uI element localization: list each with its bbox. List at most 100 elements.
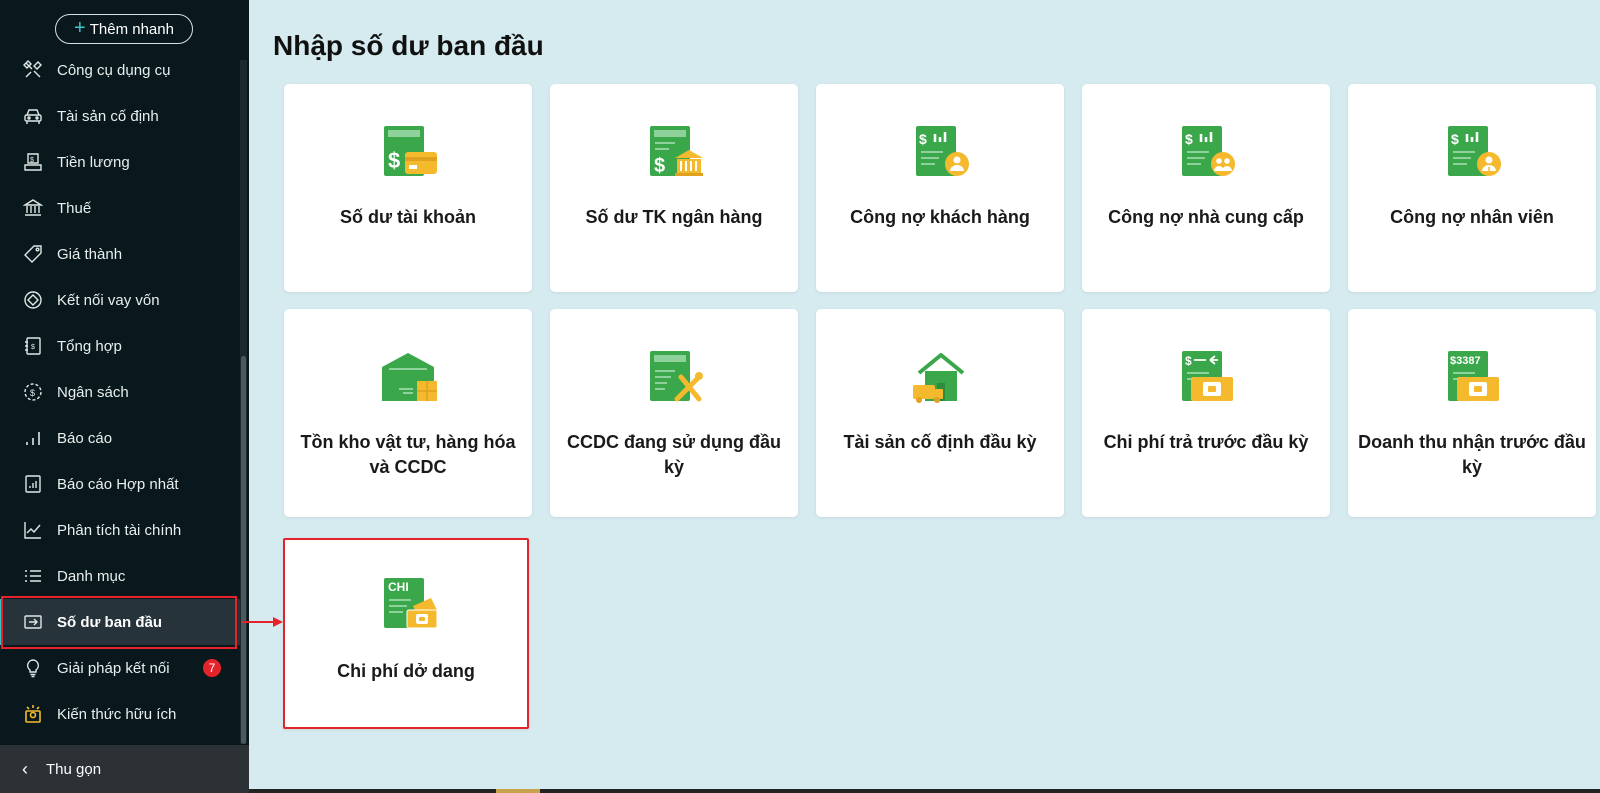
- sidebar-item-label: Công cụ dụng cụ: [57, 61, 171, 79]
- page-title: Nhập số dư ban đầu: [273, 30, 544, 61]
- sidebar-item-tong-hop[interactable]: $ Tổng hợp: [0, 323, 240, 369]
- card-title: Chi phí trả trước đầu kỳ: [1103, 432, 1309, 452]
- icon-text: $3387: [1450, 355, 1481, 367]
- card-title: Công nợ nhà cung cấp: [1108, 207, 1304, 227]
- card-cong-no-nhan-vien[interactable]: $ Công nợ nhân viên: [1348, 84, 1596, 292]
- card-title: Số dư TK ngân hàng: [585, 207, 763, 227]
- sidebar-item-label: Ngân sách: [57, 383, 129, 401]
- card-ccdc-dang-su-dung[interactable]: CCDC đang sử dụng đầu kỳ: [550, 309, 798, 517]
- ledger-icon: $: [22, 335, 44, 357]
- main-content: Nhập số dư ban đầu $ Số dư tài khoản $ S…: [249, 0, 1600, 789]
- card-title: Doanh thu nhận trước đầu kỳ: [1358, 432, 1586, 477]
- sidebar-item-bao-cao[interactable]: Báo cáo: [0, 415, 240, 461]
- svg-text:$: $: [1451, 131, 1459, 147]
- tag-icon: [22, 243, 44, 265]
- sidebar-item-label: Giá thành: [57, 245, 123, 263]
- svg-text:$: $: [654, 155, 665, 177]
- tools-icon: [22, 59, 44, 81]
- sidebar-item-label: Số dư ban đầu: [57, 613, 163, 631]
- tools-in-use-icon: [650, 351, 703, 402]
- plus-icon: +: [74, 17, 86, 39]
- sidebar-item-label: Kiến thức hữu ích: [57, 705, 177, 723]
- sidebar-scrollbar[interactable]: [240, 60, 247, 744]
- sidebar-item-kien-thuc-huu-ich[interactable]: Kiến thức hữu ích: [0, 691, 240, 737]
- card-title: Chi phí dở dang: [337, 661, 475, 681]
- sidebar-item-ngan-sach[interactable]: $ Ngân sách: [0, 369, 240, 415]
- svg-text:$: $: [1185, 131, 1193, 147]
- quick-add-label: Thêm nhanh: [89, 20, 174, 38]
- card-title: Tồn kho vật tư, hàng hóa và CCDC: [300, 432, 516, 477]
- svg-text:$: $: [388, 148, 400, 173]
- sidebar-item-so-du-ban-dau[interactable]: Số dư ban đầu: [0, 599, 240, 645]
- report-icon: [22, 473, 44, 495]
- knowledge-icon: [22, 703, 44, 725]
- card-ton-kho[interactable]: Tồn kho vật tư, hàng hóa và CCDC: [284, 309, 532, 517]
- analysis-icon: [22, 519, 44, 541]
- sidebar-item-tien-luong[interactable]: $ Tiền lương: [0, 139, 240, 185]
- scrollbar-thumb[interactable]: [241, 356, 246, 744]
- annotation-arrow: [241, 617, 283, 627]
- inventory-icon: [382, 353, 437, 401]
- svg-text:$: $: [919, 131, 927, 147]
- sidebar-item-label: Kết nối vay vốn: [57, 291, 160, 309]
- sidebar-item-cong-cu-dung-cu[interactable]: Công cụ dụng cụ: [0, 47, 240, 93]
- sidebar-item-label: Tiền lương: [57, 153, 130, 171]
- bar-chart-icon: [22, 427, 44, 449]
- import-icon: [22, 611, 44, 633]
- sidebar: + Thêm nhanh Công cụ dụng cụ Tài sản cố …: [0, 0, 249, 793]
- taskbar-strip: [249, 789, 1600, 793]
- card-cong-no-nha-cung-cap[interactable]: $ Công nợ nhà cung cấp: [1082, 84, 1330, 292]
- sidebar-item-ket-noi-vay-von[interactable]: Kết nối vay vốn: [0, 277, 240, 323]
- card-title: Công nợ nhân viên: [1390, 207, 1554, 227]
- svg-text:$: $: [1185, 354, 1192, 368]
- wip-cost-icon: CHI: [384, 578, 438, 629]
- employee-debt-icon: $: [1448, 126, 1501, 176]
- card-chi-phi-do-dang[interactable]: CHI Chi phí dở dang: [283, 538, 529, 729]
- bulb-icon: [22, 657, 44, 679]
- card-chi-phi-tra-truoc-dau-ky[interactable]: $ Chi phí trả trước đầu kỳ: [1082, 309, 1330, 517]
- list-icon: [22, 565, 44, 587]
- sidebar-nav: Công cụ dụng cụ Tài sản cố định $ Tiền l…: [0, 47, 240, 737]
- sidebar-item-phan-tich-tai-chinh[interactable]: Phân tích tài chính: [0, 507, 240, 553]
- card-cong-no-khach-hang[interactable]: $ Công nợ khách hàng: [816, 84, 1064, 292]
- svg-text:$: $: [30, 388, 35, 398]
- car-icon: [22, 105, 44, 127]
- salary-icon: $: [22, 151, 44, 173]
- sidebar-item-thue[interactable]: Thuế: [0, 185, 240, 231]
- collapse-label: Thu gọn: [46, 760, 102, 778]
- sidebar-item-gia-thanh[interactable]: Giá thành: [0, 231, 240, 277]
- card-tai-san-co-dinh-dau-ky[interactable]: Tài sản cố định đầu kỳ: [816, 309, 1064, 517]
- bank-balance-icon: $: [650, 126, 703, 177]
- svg-text:$: $: [31, 344, 35, 351]
- sidebar-item-bao-cao-hop-nhat[interactable]: Báo cáo Hợp nhất: [0, 461, 240, 507]
- taskbar-segment: [496, 789, 540, 793]
- sidebar-item-label: Báo cáo Hợp nhất: [57, 475, 179, 493]
- fixed-asset-icon: [913, 353, 965, 403]
- prepaid-expense-icon: $: [1182, 351, 1233, 401]
- supplier-debt-icon: $: [1182, 126, 1235, 176]
- account-balance-icon: $: [384, 126, 437, 176]
- card-so-du-tk-ngan-hang[interactable]: $ Số dư TK ngân hàng: [550, 84, 798, 292]
- customer-debt-icon: $: [916, 126, 969, 176]
- bank-icon: [22, 197, 44, 219]
- sidebar-item-tai-san-co-dinh[interactable]: Tài sản cố định: [0, 93, 240, 139]
- loan-icon: [22, 289, 44, 311]
- card-so-du-tai-khoan[interactable]: $ Số dư tài khoản: [284, 84, 532, 292]
- sidebar-item-label: Thuế: [57, 199, 92, 217]
- notification-badge: 7: [203, 659, 221, 677]
- card-doanh-thu-nhan-truoc-dau-ky[interactable]: $3387 Doanh thu nhận trước đầu kỳ: [1348, 309, 1596, 517]
- unearned-revenue-icon: $3387: [1448, 351, 1499, 401]
- sidebar-item-label: Giải pháp kết nối: [57, 659, 170, 677]
- collapse-sidebar-button[interactable]: ‹ Thu gọn: [0, 745, 249, 793]
- sidebar-item-label: Tổng hợp: [57, 337, 122, 355]
- sidebar-item-label: Tài sản cố định: [57, 107, 159, 125]
- chevron-left-icon: ‹: [22, 758, 28, 779]
- sidebar-item-danh-muc[interactable]: Danh mục: [0, 553, 240, 599]
- card-title: Công nợ khách hàng: [850, 207, 1030, 227]
- sidebar-item-label: Báo cáo: [57, 429, 113, 447]
- sidebar-item-giai-phap-ket-noi[interactable]: Giải pháp kết nối 7: [0, 645, 240, 691]
- sidebar-item-label: Danh mục: [57, 567, 126, 585]
- quick-add-button[interactable]: + Thêm nhanh: [55, 14, 193, 44]
- card-title: CCDC đang sử dụng đầu kỳ: [566, 432, 782, 477]
- icon-text: CHI: [388, 580, 409, 594]
